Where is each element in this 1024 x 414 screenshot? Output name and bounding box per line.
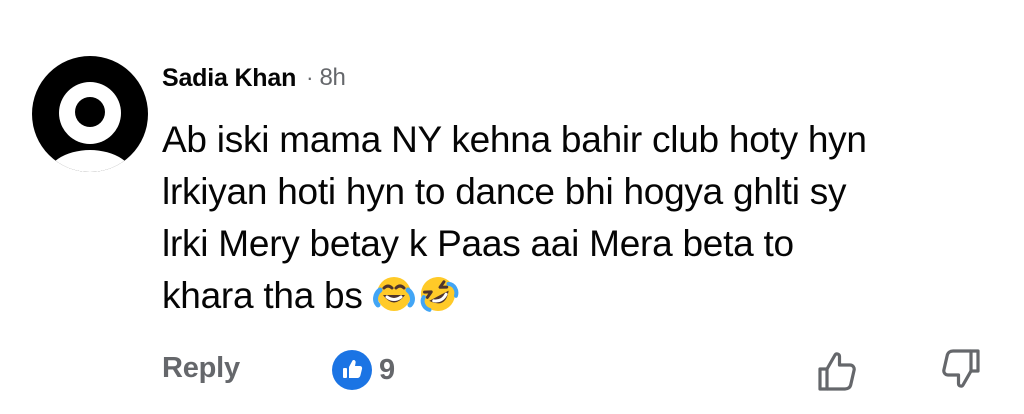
comment-actions: Reply 9	[162, 346, 982, 394]
avatar-head-shape	[59, 82, 121, 144]
face-with-tears-of-joy-icon	[372, 277, 415, 311]
like-count: 9	[379, 353, 396, 386]
comment-text: Ab iski mama NY kehna bahir club hoty hy…	[162, 119, 867, 316]
rolling-on-the-floor-laughing-icon	[420, 277, 458, 312]
comment-header: Sadia Khan · 8h	[162, 61, 346, 95]
comment: Sadia Khan · 8h Ab iski mama NY kehna ba…	[0, 0, 1024, 414]
comment-body: Ab iski mama NY kehna bahir club hoty hy…	[162, 114, 1002, 322]
thumb-down-icon[interactable]	[940, 348, 982, 390]
like-icon	[332, 350, 372, 390]
comment-time[interactable]: 8h	[319, 64, 345, 92]
avatar-head-center	[75, 97, 105, 127]
comment-emojis	[372, 273, 459, 315]
comment-author[interactable]: Sadia Khan	[162, 64, 296, 93]
avatar-shoulders-shape	[45, 150, 135, 172]
reaction-summary[interactable]: 9	[332, 350, 395, 390]
thumb-up-icon[interactable]	[816, 350, 858, 392]
reply-button[interactable]: Reply	[162, 352, 240, 385]
avatar[interactable]	[32, 56, 148, 172]
comment-separator: ·	[306, 65, 314, 90]
